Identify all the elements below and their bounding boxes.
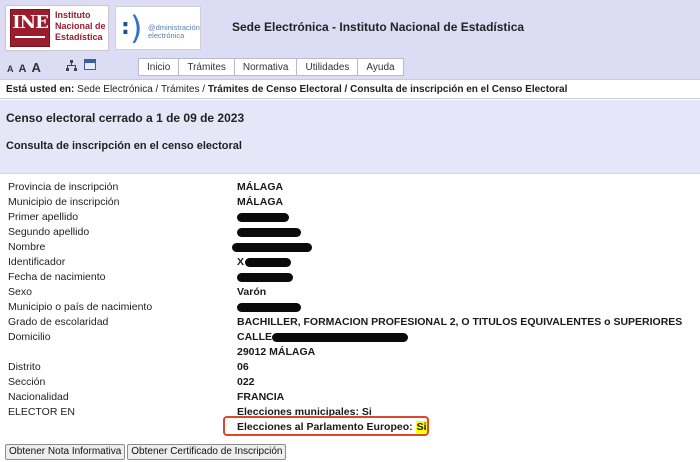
- field-label: Identificador: [8, 256, 66, 268]
- detail-row-distrito: Distrito 06: [0, 361, 700, 376]
- detail-row-domicilio: Domicilio CALLE: [0, 331, 700, 346]
- detail-row-identificador: Identificador X: [0, 256, 700, 271]
- field-value: MÁLAGA: [237, 196, 284, 208]
- field-label: Domicilio: [8, 331, 51, 343]
- ine-logo[interactable]: INE Instituto Nacional de Estadística: [5, 5, 109, 51]
- detail-row-provincia: Provincia de inscripción MÁLAGA: [0, 181, 700, 196]
- detail-row-escolaridad: Grado de escolaridad BACHILLER, FORMACIO…: [0, 316, 700, 331]
- breadcrumb-prefix: Está usted en: [6, 84, 72, 95]
- identificador-prefix: X: [237, 256, 245, 268]
- page-title: Censo electoral cerrado a 1 de 09 de 202…: [6, 111, 245, 125]
- detail-row-municipio: Municipio de inscripción MÁLAGA: [0, 196, 700, 211]
- detail-row-segundo-apellido: Segundo apellido: [0, 226, 700, 241]
- action-buttons: Obtener Nota Informativa Obtener Certifi…: [5, 444, 287, 460]
- field-label: Nombre: [8, 241, 46, 253]
- domicilio-street-prefix: CALLE: [237, 331, 272, 343]
- field-value: FRANCIA: [237, 391, 285, 403]
- field-value: [237, 271, 293, 283]
- ine-logo-line-2: Nacional de: [55, 21, 106, 31]
- tab-normativa[interactable]: Normativa: [233, 58, 297, 76]
- tab-tramites[interactable]: Trámites: [178, 58, 234, 76]
- field-value: Varón: [237, 286, 267, 298]
- site-title: Sede Electrónica - Instituto Nacional de…: [232, 20, 525, 34]
- detail-row-sexo: Sexo Varón: [0, 286, 700, 301]
- tab-utilidades[interactable]: Utilidades: [296, 58, 358, 76]
- field-label: Municipio o país de nacimiento: [8, 301, 153, 313]
- field-value: BACHILLER, FORMACION PROFESIONAL 2, O TI…: [237, 316, 683, 328]
- field-label: ELECTOR EN: [8, 406, 75, 418]
- font-size-large-button[interactable]: A: [31, 60, 40, 75]
- inscription-details: Provincia de inscripción MÁLAGA Municipi…: [0, 181, 700, 436]
- ae-logo-dots: :: [121, 15, 130, 40]
- font-size-medium-button[interactable]: A: [19, 63, 27, 75]
- breadcrumb-link-tramites[interactable]: Trámites: [161, 84, 200, 95]
- field-value: 06: [237, 361, 249, 373]
- detail-row-nacionalidad: Nacionalidad FRANCIA: [0, 391, 700, 406]
- detail-row-primer-apellido: Primer apellido: [0, 211, 700, 226]
- main-nav-tabs: Inicio Trámites Normativa Utilidades Ayu…: [138, 58, 404, 76]
- field-label: Primer apellido: [8, 211, 79, 223]
- ae-logo-text: @dministración electrónica: [148, 24, 202, 40]
- field-value: 022: [237, 376, 255, 388]
- field-label: Grado de escolaridad: [8, 316, 109, 328]
- ine-logo-line-3: Estadística: [55, 32, 103, 42]
- breadcrumb-link-censo[interactable]: Trámites de Censo Electoral: [208, 84, 342, 95]
- ine-logo-letters: INE: [12, 12, 49, 33]
- field-label: Sexo: [8, 286, 32, 298]
- field-label: Provincia de inscripción: [8, 181, 119, 193]
- field-value: MÁLAGA: [237, 181, 284, 193]
- accessibility-icon[interactable]: [84, 59, 96, 70]
- detail-row-nombre: Nombre: [0, 241, 700, 256]
- ine-logo-text: Instituto Nacional de Estadística: [55, 10, 111, 43]
- field-value: [237, 226, 301, 238]
- obtener-nota-informativa-button[interactable]: Obtener Nota Informativa: [5, 444, 126, 460]
- title-block: Censo electoral cerrado a 1 de 09 de 202…: [0, 100, 700, 174]
- detail-row-municipio-nacimiento: Municipio o país de nacimiento: [0, 301, 700, 316]
- breadcrumb: Está usted en: Sede Electrónica / Trámit…: [0, 80, 700, 99]
- redaction-bar: [237, 227, 301, 237]
- obtener-certificado-button[interactable]: Obtener Certificado de Inscripción: [127, 444, 287, 460]
- field-value: X: [237, 256, 292, 268]
- ae-logo-line-2: electrónica: [148, 31, 185, 40]
- breadcrumb-current: Consulta de inscripción en el Censo Elec…: [350, 84, 568, 95]
- redaction-bar: [237, 302, 301, 312]
- breadcrumb-link-sede[interactable]: Sede Electrónica: [77, 84, 153, 95]
- field-label: Segundo apellido: [8, 226, 90, 238]
- sitemap-icon[interactable]: [66, 60, 78, 71]
- redaction-bar: [237, 272, 293, 282]
- field-label: Sección: [8, 376, 46, 388]
- europeas-highlight-box: [223, 416, 429, 436]
- header: INE Instituto Nacional de Estadística : …: [0, 0, 700, 80]
- page-subtitle: Consulta de inscripción en el censo elec…: [6, 140, 242, 152]
- tab-ayuda[interactable]: Ayuda: [357, 58, 404, 76]
- field-value: [237, 211, 289, 223]
- redaction-bar: [237, 212, 289, 222]
- breadcrumb-colon: :: [71, 84, 75, 95]
- field-label: Fecha de nacimiento: [8, 271, 106, 283]
- redaction-bar: [272, 332, 408, 342]
- detail-row-domicilio-cp: 29012 MÁLAGA: [0, 346, 700, 361]
- ine-logo-line-1: Instituto: [55, 10, 91, 20]
- redaction-bar: [232, 242, 312, 252]
- ine-logo-rule: [15, 36, 45, 38]
- tab-inicio[interactable]: Inicio: [138, 58, 179, 76]
- font-size-small-button[interactable]: A: [7, 64, 14, 74]
- detail-row-fecha-nacimiento: Fecha de nacimiento: [0, 271, 700, 286]
- redaction-bar: [245, 257, 292, 267]
- field-value: [237, 301, 301, 313]
- ae-logo-bracket: ): [130, 9, 143, 47]
- field-value: [232, 241, 312, 253]
- font-size-controls: A A A: [7, 60, 41, 75]
- field-label: Municipio de inscripción: [8, 196, 120, 208]
- ine-mark: INE: [10, 9, 50, 47]
- field-label: Nacionalidad: [8, 391, 69, 403]
- detail-row-seccion: Sección 022: [0, 376, 700, 391]
- field-label: Distrito: [8, 361, 41, 373]
- field-value: CALLE: [237, 331, 408, 343]
- administracion-electronica-logo[interactable]: : ) @dministración electrónica: [115, 6, 201, 50]
- field-value: 29012 MÁLAGA: [237, 346, 316, 358]
